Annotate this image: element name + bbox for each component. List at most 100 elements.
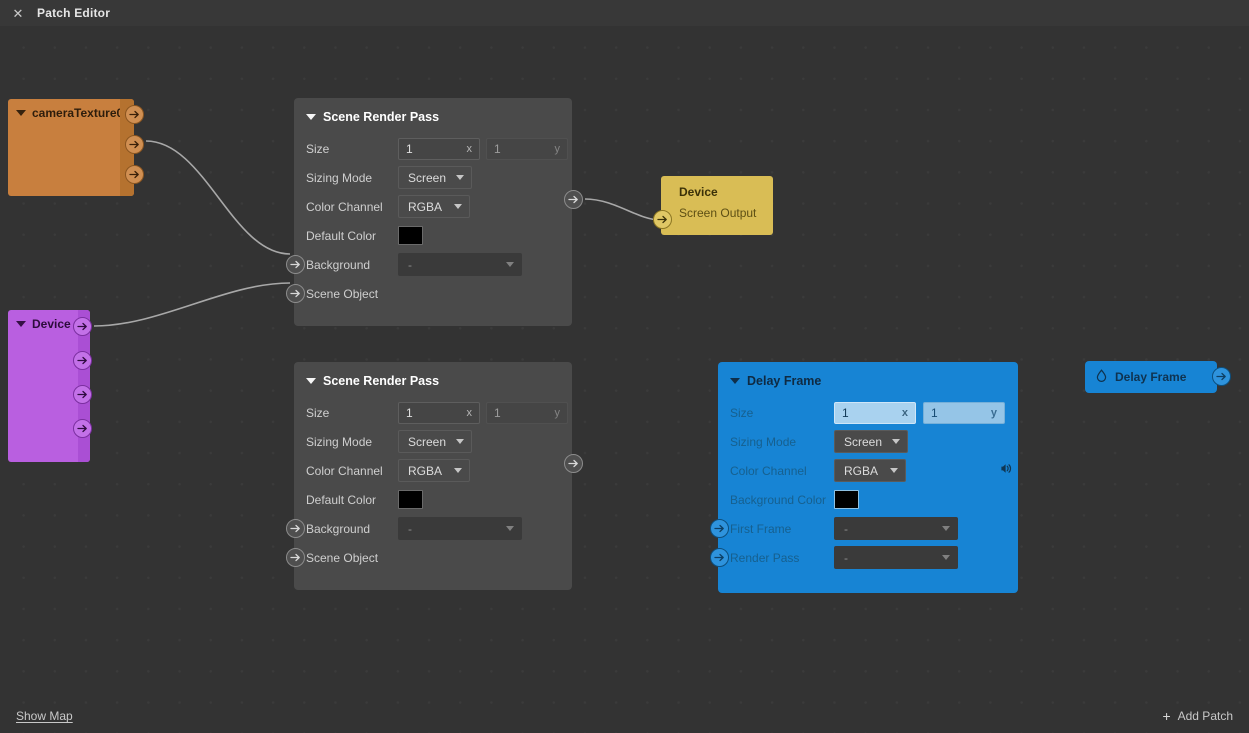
node-title: Scene Render Pass: [323, 110, 440, 124]
label-size: Size: [730, 405, 754, 420]
collapse-triangle-icon[interactable]: [306, 114, 316, 120]
show-map-label: Show Map: [16, 709, 73, 723]
sizing-mode-dropdown[interactable]: Screen: [398, 166, 472, 189]
color-channel-value: RGBA: [408, 199, 443, 214]
camera-output-port-3[interactable]: [125, 165, 144, 184]
size-x-value: 1: [406, 141, 413, 156]
first-frame-input-port[interactable]: [710, 519, 729, 538]
label-size: Size: [306, 141, 330, 156]
chevron-down-icon: [890, 468, 898, 473]
default-color-swatch[interactable]: [398, 490, 423, 509]
render-pass-input-port[interactable]: [710, 548, 729, 567]
default-color-swatch[interactable]: [398, 226, 423, 245]
background-dropdown[interactable]: -: [398, 517, 522, 540]
node-scene-render-pass-1[interactable]: Scene Render Pass Size 1 x 1 y Sizing Mo…: [286, 98, 583, 326]
sizing-mode-dropdown[interactable]: Screen: [834, 430, 908, 453]
background-value: -: [408, 521, 412, 536]
size-x-input[interactable]: 1 x: [398, 137, 480, 160]
screen-output-input-port[interactable]: [653, 210, 672, 229]
size-x-input[interactable]: 1 x: [834, 401, 916, 424]
size-y-input[interactable]: 1 y: [486, 137, 568, 160]
sizing-mode-value: Screen: [408, 170, 447, 185]
background-input-port[interactable]: [286, 255, 305, 274]
color-channel-dropdown[interactable]: RGBA: [398, 195, 470, 218]
close-icon[interactable]: ✕: [11, 6, 25, 20]
size-x-suffix: x: [901, 406, 908, 419]
background-color-swatch[interactable]: [834, 490, 859, 509]
screen-output-label: Screen Output: [679, 206, 757, 220]
add-patch-label: Add Patch: [1177, 709, 1233, 723]
device-output-port-2[interactable]: [73, 351, 92, 370]
sizing-mode-dropdown[interactable]: Screen: [398, 430, 472, 453]
node-device-output[interactable]: Device Screen Output: [653, 176, 773, 235]
camera-output-port-1[interactable]: [125, 105, 144, 124]
collapse-triangle-icon[interactable]: [306, 378, 316, 384]
row-color-channel: Color Channel RGBA: [294, 192, 572, 221]
label-sizing-mode: Sizing Mode: [306, 170, 373, 185]
size-x-input[interactable]: 1 x: [398, 401, 480, 424]
node-header[interactable]: Scene Render Pass: [294, 106, 572, 134]
patch-canvas[interactable]: cameraTexture0 Device Scene Render Pass …: [0, 26, 1249, 733]
sizing-mode-value: Screen: [408, 434, 447, 449]
size-y-suffix: y: [554, 406, 561, 419]
row-sizing-mode: Sizing Mode Screen: [294, 163, 572, 192]
collapse-triangle-icon[interactable]: [16, 321, 26, 327]
node-header[interactable]: cameraTexture0: [8, 99, 134, 120]
chevron-down-icon: [892, 439, 900, 444]
row-color-channel: Color Channel RGBA: [718, 456, 1018, 485]
label-background-color: Background Color: [730, 492, 827, 507]
size-y-input[interactable]: 1 y: [486, 401, 568, 424]
collapsed-node-header[interactable]: Delay Frame: [1085, 361, 1217, 393]
node-device-source[interactable]: Device: [8, 310, 92, 462]
delay-frame-collapsed-output-port[interactable]: [1212, 367, 1231, 386]
color-channel-dropdown[interactable]: RGBA: [834, 459, 906, 482]
row-background-color: Background Color: [718, 485, 1018, 514]
first-frame-dropdown[interactable]: -: [834, 517, 958, 540]
size-x-suffix: x: [466, 406, 473, 419]
sizing-mode-value: Screen: [844, 434, 883, 449]
row-first-frame: First Frame -: [710, 514, 1018, 543]
show-map-button[interactable]: Show Map: [16, 699, 73, 733]
background-dropdown[interactable]: -: [398, 253, 522, 276]
render-pass-dropdown[interactable]: -: [834, 546, 958, 569]
label-background: Background: [306, 257, 371, 272]
node-camera-texture0[interactable]: cameraTexture0: [8, 99, 144, 196]
node-delay-frame[interactable]: Delay Frame Size 1 x 1 y Sizing Mode Scr…: [710, 362, 1018, 593]
chevron-down-icon: [454, 204, 462, 209]
render-pass-output-port[interactable]: [564, 454, 583, 473]
node-header[interactable]: Delay Frame: [718, 370, 1018, 398]
label-color-channel: Color Channel: [306, 463, 383, 478]
background-input-port[interactable]: [286, 519, 305, 538]
node-delay-frame-collapsed[interactable]: Delay Frame: [1085, 361, 1231, 393]
device-output-port-1[interactable]: [73, 317, 92, 336]
row-sizing-mode: Sizing Mode Screen: [294, 427, 572, 456]
row-render-pass: Render Pass -: [710, 543, 1018, 572]
row-default-color: Default Color: [294, 485, 572, 514]
size-y-suffix: y: [990, 406, 997, 419]
node-header[interactable]: Scene Render Pass: [294, 370, 572, 398]
collapse-triangle-icon[interactable]: [16, 110, 26, 116]
collapse-triangle-icon[interactable]: [730, 378, 740, 384]
color-channel-dropdown[interactable]: RGBA: [398, 459, 470, 482]
size-y-value: 1: [494, 405, 501, 420]
page-title: Patch Editor: [37, 6, 111, 20]
label-first-frame: First Frame: [730, 521, 792, 536]
camera-output-port-2[interactable]: [125, 135, 144, 154]
device-output-port-3[interactable]: [73, 385, 92, 404]
chevron-down-icon: [456, 175, 464, 180]
scene-object-input-port[interactable]: [286, 548, 305, 567]
row-background: Background -: [286, 250, 572, 279]
row-color-channel: Color Channel RGBA: [294, 456, 572, 485]
chevron-down-icon: [454, 468, 462, 473]
size-y-input[interactable]: 1 y: [923, 401, 1005, 424]
device-output-port-4[interactable]: [73, 419, 92, 438]
row-default-color: Default Color: [294, 221, 572, 250]
add-patch-button[interactable]: + Add Patch: [1162, 699, 1233, 733]
node-body: [8, 120, 134, 196]
label-render-pass: Render Pass: [730, 550, 800, 565]
node-scene-render-pass-2[interactable]: Scene Render Pass Size 1 x 1 y Sizing Mo…: [286, 362, 583, 590]
scene-object-input-port[interactable]: [286, 284, 305, 303]
label-size: Size: [306, 405, 330, 420]
node-title: Scene Render Pass: [323, 374, 440, 388]
render-pass-output-port[interactable]: [564, 190, 583, 209]
